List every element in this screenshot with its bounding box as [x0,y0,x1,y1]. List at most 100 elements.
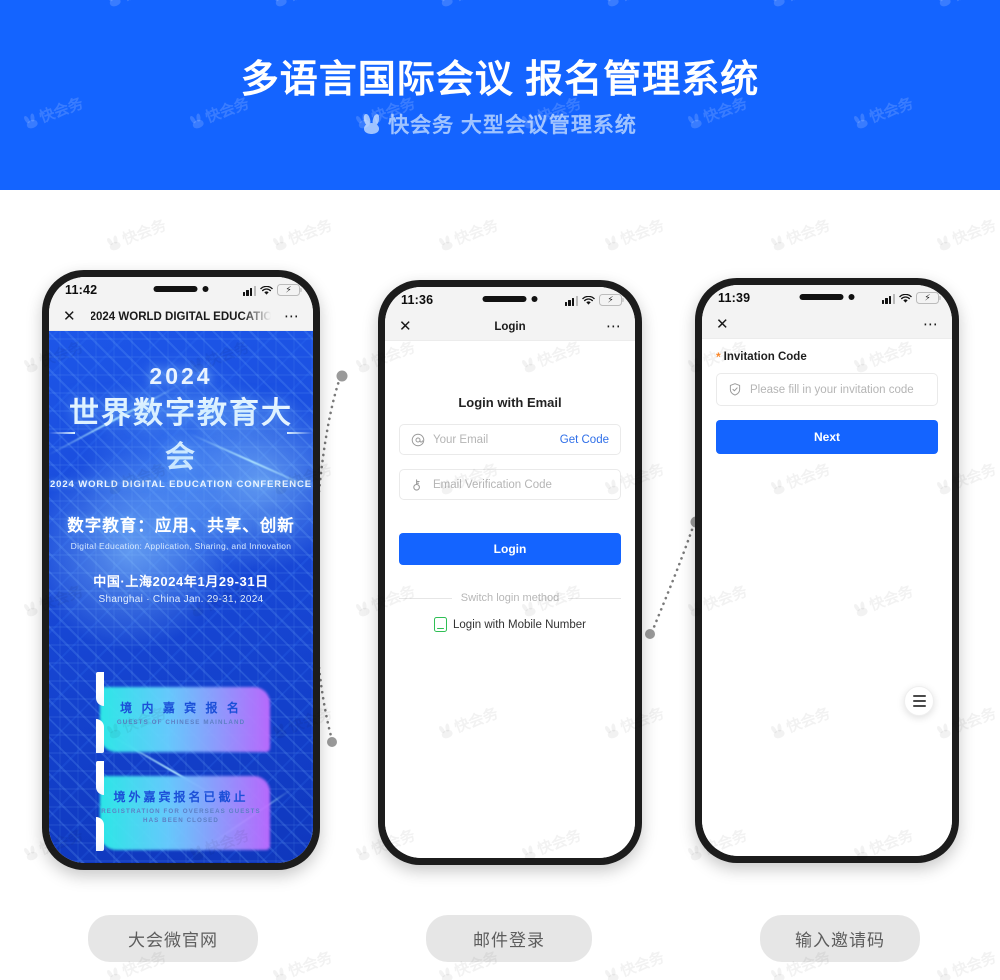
phone-3-screen: 11:39 ⚡ ✕ ⋯ * Invitation Code Please fil… [702,285,952,856]
domestic-guest-registration-button[interactable]: 境 内 嘉 宾 报 名 GUESTS OF CHINESE MAINLAND [96,672,270,753]
invitation-code-label-text: Invitation Code [723,351,807,363]
hamburger-lines [912,695,926,707]
nav-title: Login [494,320,526,333]
close-icon[interactable]: ✕ [716,317,729,332]
more-options-icon[interactable]: ⋯ [284,309,300,324]
signal-bars-icon [564,295,578,306]
poster-date-cn: 中国·上海2024年1月29-31日 [93,574,269,589]
at-sign-icon [411,433,425,447]
divider-line-right [568,597,622,599]
phone-2-screen: 11:36 ⚡ ✕ Login ⋯ Login with Email Your … [385,287,635,858]
close-icon[interactable]: ✕ [399,319,412,334]
phone-1-status-bar: 11:42 ⚡ [49,277,313,303]
page-title: 多语言国际会议 报名管理系统 [240,59,760,101]
login-form: Login with Email Your Email Get Code Ema… [385,395,635,632]
email-field[interactable]: Your Email Get Code [399,424,621,455]
poster-main-title-wrap: 世界数字教育大会 [49,388,313,476]
phone-mockup-1: 11:42 ⚡ ✕ 2024 WORLD DIGITAL EDUCATIO ⋯ [42,270,320,870]
alt-login-label: Login with Mobile Number [453,618,586,631]
status-time: 11:42 [65,283,98,297]
dynamic-island [482,296,538,302]
dynamic-island [153,286,209,292]
status-indicators: ⚡ [242,284,302,296]
page-header: 多语言国际会议 报名管理系统 快会务 大型会议管理系统 [0,0,1000,190]
divider-line-left [399,597,452,599]
cta-label-en-2: REGISTRATION FOR OVERSEAS GUESTS HAS BEE… [101,807,261,824]
phone-1-screen: 11:42 ⚡ ✕ 2024 WORLD DIGITAL EDUCATIO ⋯ [49,277,313,863]
poster-text-block: 2024 世界数字教育大会 2024 WORLD DIGITAL EDUCATI… [49,331,313,605]
status-time: 11:36 [401,293,434,307]
key-icon [411,478,425,492]
phones-stage: 11:42 ⚡ ✕ 2024 WORLD DIGITAL EDUCATIO ⋯ [0,190,1000,980]
invitation-code-field[interactable]: Please fill in your invitation code [716,373,938,406]
nav-title [744,311,910,338]
more-options-icon[interactable]: ⋯ [923,317,939,332]
wifi-icon [260,285,273,296]
required-asterisk: * [716,350,721,364]
login-heading: Login with Email [458,395,562,410]
nav-title: 2024 WORLD DIGITAL EDUCATIO [91,310,271,323]
poster-rule-right [287,432,313,434]
login-button[interactable]: Login [399,533,621,565]
phone-3-status-bar: 11:39 ⚡ [702,285,952,311]
phone-mockup-2: 11:36 ⚡ ✕ Login ⋯ Login with Email Your … [378,280,642,865]
battery-charging-icon: ⚡ [277,284,302,296]
poster-main-title-en: 2024 WORLD DIGITAL EDUCATION CONFERENCE [49,479,313,490]
verification-code-field[interactable]: Email Verification Code [399,469,621,500]
hamburger-menu-icon[interactable] [904,686,934,716]
login-screen-body: Login with Email Your Email Get Code Ema… [385,341,635,858]
battery-charging-icon: ⚡ [599,294,624,306]
connector-dot-1-start [327,737,337,747]
wifi-icon [582,295,595,306]
invitation-form: * Invitation Code Please fill in your in… [702,351,952,454]
poster-theme-en: Digital Education: Application, Sharing,… [70,541,292,551]
poster-year: 2024 [149,363,213,389]
next-button[interactable]: Next [716,420,938,454]
phone-2-nav-bar: ✕ Login ⋯ [385,313,635,341]
poster-theme: 数字教育：应用、共享、创新 [67,517,295,535]
caption-pill-invitation-code[interactable]: 输入邀请码 [760,915,920,962]
status-indicators: ⚡ [564,294,624,306]
page-subtitle: 快会务 大型会议管理系统 [0,109,1000,139]
close-icon[interactable]: ✕ [63,309,76,324]
dynamic-island [799,294,855,300]
switch-login-method-label: Switch login method [460,592,560,604]
phone-mockup-3: 11:39 ⚡ ✕ ⋯ * Invitation Code Please fil… [695,278,959,863]
switch-login-method-divider: Switch login method [399,592,622,604]
login-with-mobile-number-button[interactable]: Login with Mobile Number [399,617,621,632]
status-indicators: ⚡ [881,292,941,304]
poster-cta-group: 境 内 嘉 宾 报 名 GUESTS OF CHINESE MAINLAND 境… [49,672,313,863]
phone-3-nav-bar: ✕ ⋯ [702,311,952,339]
invitation-code-label: * Invitation Code [716,351,938,363]
connector-dot-1-end [336,370,348,382]
signal-bars-icon [881,293,895,304]
get-code-button[interactable]: Get Code [560,434,609,446]
wifi-icon [899,293,912,304]
page-root: 多语言国际会议 报名管理系统 快会务 大型会议管理系统 11:42 ⚡ ✕ 20… [0,0,1000,980]
conference-poster: 2024 世界数字教育大会 2024 WORLD DIGITAL EDUCATI… [49,331,313,863]
mobile-phone-icon [434,617,448,632]
page-subtitle-text: 快会务 大型会议管理系统 [388,114,637,137]
cta-label-cn-1: 境 内 嘉 宾 报 名 [120,701,242,715]
verification-code-placeholder: Email Verification Code [433,478,552,491]
email-placeholder: Your Email [433,433,489,446]
shield-check-icon [728,383,742,397]
signal-bars-icon [242,285,256,296]
phone-1-nav-bar: ✕ 2024 WORLD DIGITAL EDUCATIO ⋯ [49,303,313,331]
invitation-code-placeholder: Please fill in your invitation code [750,383,914,396]
caption-pill-microsite[interactable]: 大会微官网 [88,915,258,962]
cta-label-en-1: GUESTS OF CHINESE MAINLAND [116,719,246,726]
bunny-logo-icon [363,114,381,134]
more-options-icon[interactable]: ⋯ [606,319,622,334]
status-time: 11:39 [718,291,751,305]
connector-dot-2-start [645,629,655,639]
cta-label-cn-2: 境外嘉宾报名已截止 [113,789,249,804]
poster-date-en: Shanghai · China Jan. 29-31, 2024 [98,594,264,605]
battery-charging-icon: ⚡ [916,292,941,304]
phone-2-status-bar: 11:36 ⚡ [385,287,635,313]
overseas-guest-registration-closed-button[interactable]: 境外嘉宾报名已截止 REGISTRATION FOR OVERSEAS GUES… [96,760,270,851]
poster-main-title: 世界数字教育大会 [55,388,307,476]
invitation-screen-body: * Invitation Code Please fill in your in… [702,339,952,856]
caption-pill-email-login[interactable]: 邮件登录 [426,915,592,962]
connector-path-2 [650,522,696,634]
